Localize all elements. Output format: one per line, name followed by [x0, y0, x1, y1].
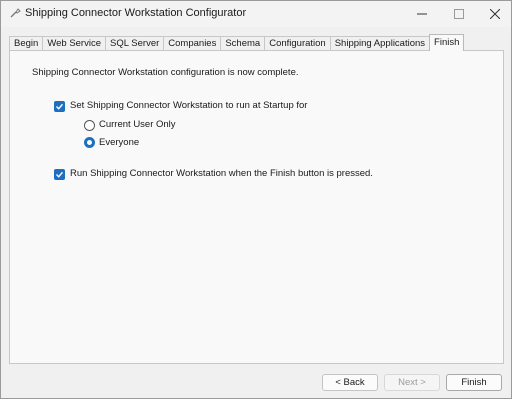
- back-button[interactable]: < Back: [322, 374, 378, 391]
- tab-configuration[interactable]: Configuration: [264, 36, 331, 51]
- maximize-icon: [454, 9, 464, 19]
- complete-message: Shipping Connector Workstation configura…: [32, 67, 299, 78]
- finish-button[interactable]: Finish: [446, 374, 502, 391]
- checkmark-icon: [56, 103, 64, 110]
- minimize-button[interactable]: [405, 1, 439, 27]
- next-button[interactable]: Next >: [384, 374, 440, 391]
- radio-current-user[interactable]: [84, 120, 95, 131]
- radio-current-user-label[interactable]: Current User Only: [99, 119, 176, 130]
- tab-strip: Begin Web Service SQL Server Companies S…: [9, 34, 465, 51]
- window-title: Shipping Connector Workstation Configura…: [25, 7, 247, 19]
- startup-checkbox[interactable]: [54, 101, 65, 112]
- tab-shipping-applications[interactable]: Shipping Applications: [329, 36, 431, 51]
- radio-everyone-label[interactable]: Everyone: [99, 137, 139, 148]
- finish-panel: Shipping Connector Workstation configura…: [9, 50, 504, 364]
- minimize-icon: [417, 13, 427, 15]
- checkmark-icon: [56, 171, 64, 178]
- tab-schema[interactable]: Schema: [220, 36, 266, 51]
- app-tool-icon: [9, 7, 21, 19]
- startup-checkbox-label[interactable]: Set Shipping Connector Workstation to ru…: [70, 100, 307, 111]
- tab-begin[interactable]: Begin: [9, 36, 44, 51]
- run-on-finish-label[interactable]: Run Shipping Connector Workstation when …: [70, 168, 373, 179]
- radio-everyone[interactable]: [84, 137, 95, 148]
- run-on-finish-checkbox[interactable]: [54, 169, 65, 180]
- title-bar: Shipping Connector Workstation Configura…: [1, 1, 511, 27]
- tab-web-service[interactable]: Web Service: [42, 36, 106, 51]
- tab-finish[interactable]: Finish: [429, 34, 465, 51]
- tab-companies[interactable]: Companies: [163, 36, 222, 51]
- close-icon: [490, 9, 500, 19]
- configurator-window: Shipping Connector Workstation Configura…: [0, 0, 512, 399]
- maximize-button[interactable]: [442, 1, 476, 27]
- close-button[interactable]: [478, 1, 512, 27]
- tab-sql-server[interactable]: SQL Server: [105, 36, 165, 51]
